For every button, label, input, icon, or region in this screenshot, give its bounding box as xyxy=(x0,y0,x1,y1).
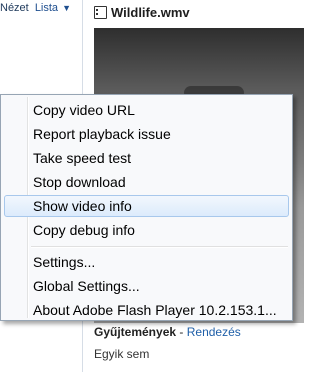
menu-item-take-speed-test[interactable]: Take speed test xyxy=(4,147,289,169)
collections-title: Gyűjtemények xyxy=(94,325,177,339)
menu-separator xyxy=(31,246,288,248)
chevron-down-icon[interactable]: ▼ xyxy=(62,3,71,13)
menu-item-label: Copy debug info xyxy=(33,222,135,238)
sort-link[interactable]: Rendezés xyxy=(187,325,241,339)
menu-item-label: Report playback issue xyxy=(33,126,171,142)
flash-context-menu: Copy video URL Report playback issue Tak… xyxy=(0,94,293,321)
menu-item-label: Copy video URL xyxy=(33,102,135,118)
file-title: Wildlife.wmv xyxy=(111,4,190,20)
collections-dash: - xyxy=(179,325,184,339)
collections-empty-text: Egyik sem xyxy=(94,347,150,361)
file-title-row: Wildlife.wmv xyxy=(94,3,190,21)
menu-item-label: Take speed test xyxy=(33,150,132,166)
menu-item-settings[interactable]: Settings... xyxy=(4,251,289,273)
menu-item-global-settings[interactable]: Global Settings... xyxy=(4,275,289,297)
collections-row: Gyűjtemények - Rendezés xyxy=(94,325,304,339)
collections-section: Gyűjtemények - Rendezés Egyik sem xyxy=(94,323,304,373)
menu-item-label: Settings... xyxy=(33,254,96,270)
menu-item-about-flash-player[interactable]: About Adobe Flash Player 10.2.153.1... xyxy=(4,299,289,321)
menu-item-report-playback-issue[interactable]: Report playback issue xyxy=(4,123,289,145)
menu-item-show-video-info[interactable]: Show video info xyxy=(4,195,289,217)
menu-item-copy-video-url[interactable]: Copy video URL xyxy=(4,99,289,121)
menu-item-label: About Adobe Flash Player 10.2.153.1... xyxy=(33,302,277,318)
video-file-icon xyxy=(94,5,107,19)
menu-item-label: Show video info xyxy=(33,198,132,214)
menu-item-label: Stop download xyxy=(33,174,126,190)
view-label: Nézet xyxy=(0,2,29,14)
menu-item-label: Global Settings... xyxy=(33,278,140,294)
menu-item-stop-download[interactable]: Stop download xyxy=(4,171,289,193)
view-selector[interactable]: Nézet Lista ▼ xyxy=(0,2,71,16)
view-value[interactable]: Lista xyxy=(35,2,58,14)
menu-item-copy-debug-info[interactable]: Copy debug info xyxy=(4,219,289,241)
